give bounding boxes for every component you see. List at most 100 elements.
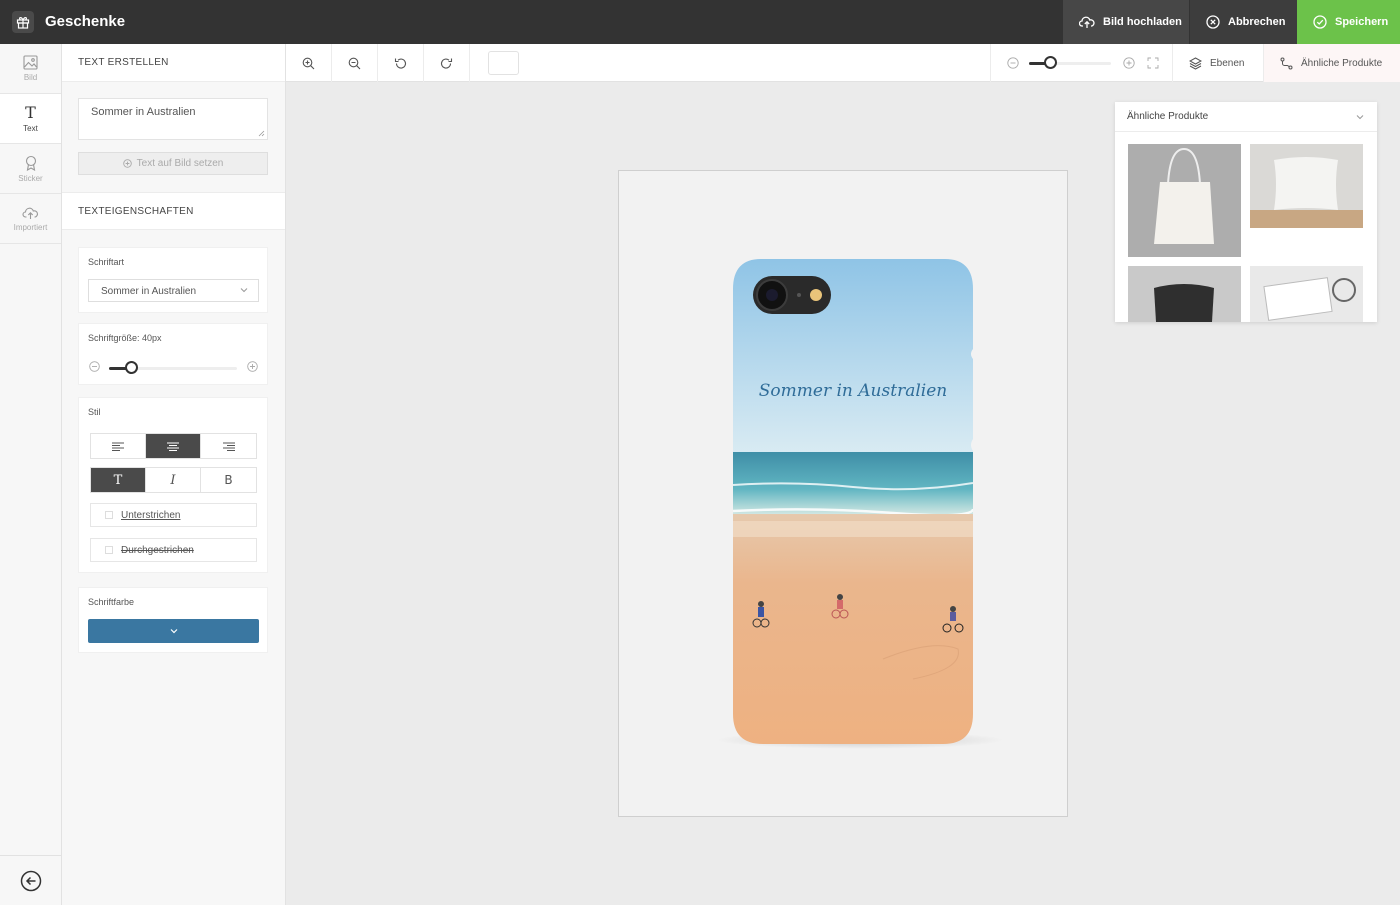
- layers-button[interactable]: Ebenen: [1172, 44, 1263, 82]
- check-circle-icon: [1313, 15, 1327, 29]
- style-card: Stil T I B Unterstrichen Durchgestrichen: [78, 397, 268, 573]
- font-color-picker[interactable]: [88, 619, 259, 643]
- font-size-slider-knob[interactable]: [125, 361, 138, 374]
- resize-handle-icon[interactable]: [258, 130, 265, 137]
- set-text-on-image-button[interactable]: Text auf Bild setzen: [78, 152, 268, 175]
- rail-label-text: Text: [23, 123, 38, 133]
- italic-icon: I: [170, 472, 176, 488]
- regular-style-button[interactable]: T: [91, 468, 146, 492]
- arrow-left-circle-icon: [20, 870, 41, 891]
- cloud-upload-icon: [1079, 16, 1095, 28]
- font-size-slider[interactable]: [109, 361, 237, 374]
- align-left-button[interactable]: [91, 434, 146, 458]
- chevron-down-icon: [1356, 115, 1364, 120]
- zoom-slider-knob[interactable]: [1044, 56, 1057, 69]
- rail-item-text[interactable]: T Text: [0, 94, 61, 144]
- font-color-card: Schriftfarbe: [78, 587, 268, 653]
- save-button[interactable]: Speichern: [1297, 0, 1400, 44]
- product-tote-bag[interactable]: [1128, 144, 1241, 257]
- strikethrough-checkbox-row[interactable]: Durchgestrichen: [90, 538, 257, 562]
- rail-item-image[interactable]: Bild: [0, 44, 61, 94]
- upload-image-button[interactable]: Bild hochladen: [1063, 0, 1189, 44]
- rotate-right-button[interactable]: [424, 44, 470, 82]
- rotate-left-button[interactable]: [378, 44, 424, 82]
- underline-checkbox-row[interactable]: Unterstrichen: [90, 503, 257, 527]
- rotate-left-icon: [394, 58, 407, 69]
- underline-checkbox[interactable]: [105, 511, 113, 519]
- font-size-card: Schriftgröße: 40px: [78, 323, 268, 385]
- minus-circle-icon[interactable]: [89, 361, 100, 372]
- back-button[interactable]: [0, 855, 61, 905]
- regular-icon: T: [113, 472, 123, 488]
- strikethrough-label: Durchgestrichen: [121, 544, 194, 556]
- phone-case-preview[interactable]: Sommer in Australien: [733, 259, 973, 744]
- minus-circle-icon[interactable]: [1007, 57, 1019, 69]
- align-center-icon: [167, 442, 179, 451]
- set-text-label: Text auf Bild setzen: [136, 158, 224, 169]
- font-card: Schriftart Sommer in Australien: [78, 247, 268, 313]
- align-right-button[interactable]: [201, 434, 256, 458]
- phone-case-image: [733, 259, 973, 744]
- align-center-button[interactable]: [146, 434, 201, 458]
- product-keychain[interactable]: [1250, 266, 1363, 322]
- zoom-out-button[interactable]: [332, 44, 378, 82]
- camera-module: [753, 276, 831, 314]
- bold-style-button[interactable]: B: [201, 468, 256, 492]
- phone-case-text[interactable]: Sommer in Australien: [733, 381, 973, 401]
- gift-icon[interactable]: [12, 11, 34, 33]
- save-label: Speichern: [1335, 16, 1389, 28]
- layers-icon: [1189, 56, 1202, 70]
- rail-label-sticker: Sticker: [18, 173, 43, 183]
- rotate-right-icon: [440, 58, 453, 69]
- design-canvas[interactable]: Sommer in Australien: [618, 170, 1068, 817]
- upload-cloud-icon: [22, 207, 38, 219]
- font-size-label: Schriftgröße: 40px: [88, 333, 162, 343]
- zoom-control: [990, 44, 1170, 82]
- text-panel: TEXT ERSTELLEN Sommer in Australien Text…: [62, 44, 286, 905]
- rail-item-imported[interactable]: Importiert: [0, 194, 61, 244]
- create-text-title: TEXT ERSTELLEN: [62, 44, 285, 82]
- cancel-label: Abbrechen: [1228, 16, 1286, 28]
- sticker-icon: [25, 155, 36, 171]
- white-pillow-image: [1250, 144, 1363, 228]
- bold-icon: B: [224, 473, 233, 487]
- zoom-slider[interactable]: [1029, 56, 1111, 69]
- plus-circle-icon: [122, 159, 132, 168]
- app-title: Geschenke: [45, 13, 126, 30]
- align-left-icon: [112, 442, 124, 451]
- tool-rail: Bild T Text Sticker Importiert: [0, 44, 62, 905]
- font-label: Schriftart: [88, 257, 125, 267]
- similar-products-header[interactable]: Ähnliche Produkte: [1115, 102, 1377, 132]
- upload-image-label: Bild hochladen: [1103, 16, 1182, 28]
- rail-label-image: Bild: [23, 73, 38, 82]
- top-bar: Geschenke Bild hochladen Abbrechen Speic…: [0, 0, 1400, 44]
- zoom-in-icon: [302, 57, 315, 69]
- cancel-button[interactable]: Abbrechen: [1190, 0, 1297, 44]
- route-icon: [1280, 57, 1293, 69]
- italic-style-button[interactable]: I: [146, 468, 201, 492]
- background-color-swatch[interactable]: [488, 51, 519, 75]
- text-properties-title: TEXTEIGENSCHAFTEN: [62, 192, 285, 230]
- rail-item-sticker[interactable]: Sticker: [0, 144, 61, 194]
- text-input[interactable]: Sommer in Australien: [78, 98, 268, 140]
- plus-circle-icon[interactable]: [1123, 57, 1135, 69]
- canvas-toolbar: Ebenen Ähnliche Produkte: [286, 44, 1400, 82]
- font-color-label: Schriftfarbe: [88, 597, 135, 607]
- close-circle-icon: [1206, 15, 1220, 29]
- similar-products-button[interactable]: Ähnliche Produkte: [1263, 44, 1400, 82]
- image-icon: [23, 55, 38, 70]
- product-black-pillow[interactable]: [1128, 266, 1241, 322]
- underline-label: Unterstrichen: [121, 509, 181, 521]
- chevron-down-icon: [170, 629, 177, 634]
- align-right-icon: [222, 442, 235, 451]
- keychain-image: [1250, 266, 1363, 322]
- similar-products-panel: Ähnliche Produkte: [1115, 102, 1377, 322]
- font-select[interactable]: Sommer in Australien: [88, 279, 259, 302]
- font-select-value: Sommer in Australien: [101, 286, 197, 297]
- tote-bag-image: [1128, 144, 1241, 257]
- zoom-in-button[interactable]: [286, 44, 332, 82]
- plus-circle-icon[interactable]: [247, 361, 258, 372]
- fullscreen-icon[interactable]: [1147, 57, 1159, 69]
- strikethrough-checkbox[interactable]: [105, 546, 113, 554]
- product-white-pillow[interactable]: [1250, 144, 1363, 228]
